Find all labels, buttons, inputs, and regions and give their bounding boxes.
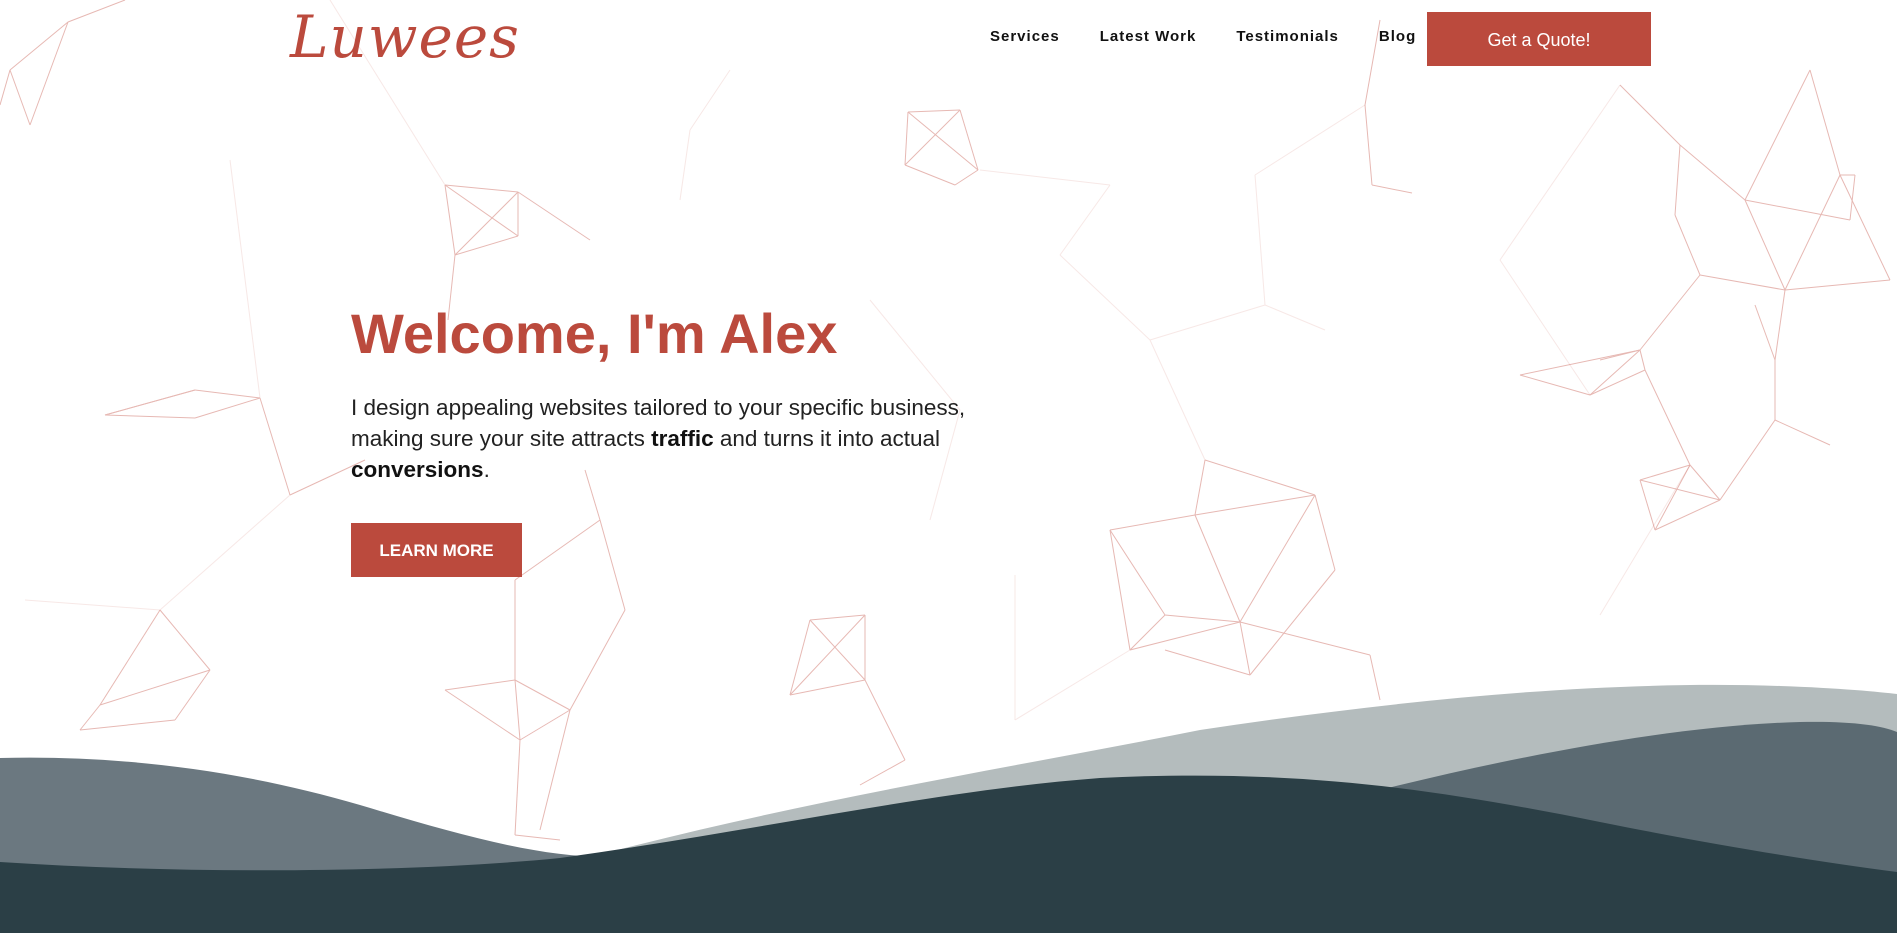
site-header: Luwees Services Latest Work Testimonials… [0, 0, 1897, 80]
hero-title: Welcome, I'm Alex [351, 302, 838, 365]
nav-link-latest-work[interactable]: Latest Work [1100, 28, 1197, 45]
get-quote-button[interactable]: Get a Quote! [1427, 12, 1651, 66]
nav-link-testimonials[interactable]: Testimonials [1236, 28, 1339, 45]
page: Luwees Services Latest Work Testimonials… [0, 0, 1897, 933]
learn-more-button[interactable]: LEARN MORE [351, 523, 522, 577]
hero-description: I design appealing websites tailored to … [351, 392, 1011, 485]
hero-section: Welcome, I'm Alex I design appealing web… [351, 294, 1031, 577]
hero-text-conversions: conversions [351, 457, 484, 482]
nav-link-services[interactable]: Services [990, 28, 1060, 45]
hero-text-part3: . [483, 457, 490, 482]
main-nav: Services Latest Work Testimonials Blog [990, 28, 1456, 45]
site-logo[interactable]: Luwees [290, 2, 520, 72]
hero-text-part2: and turns it into actual [713, 426, 941, 451]
nav-link-blog[interactable]: Blog [1379, 28, 1416, 45]
hero-text-traffic: traffic [651, 426, 714, 451]
